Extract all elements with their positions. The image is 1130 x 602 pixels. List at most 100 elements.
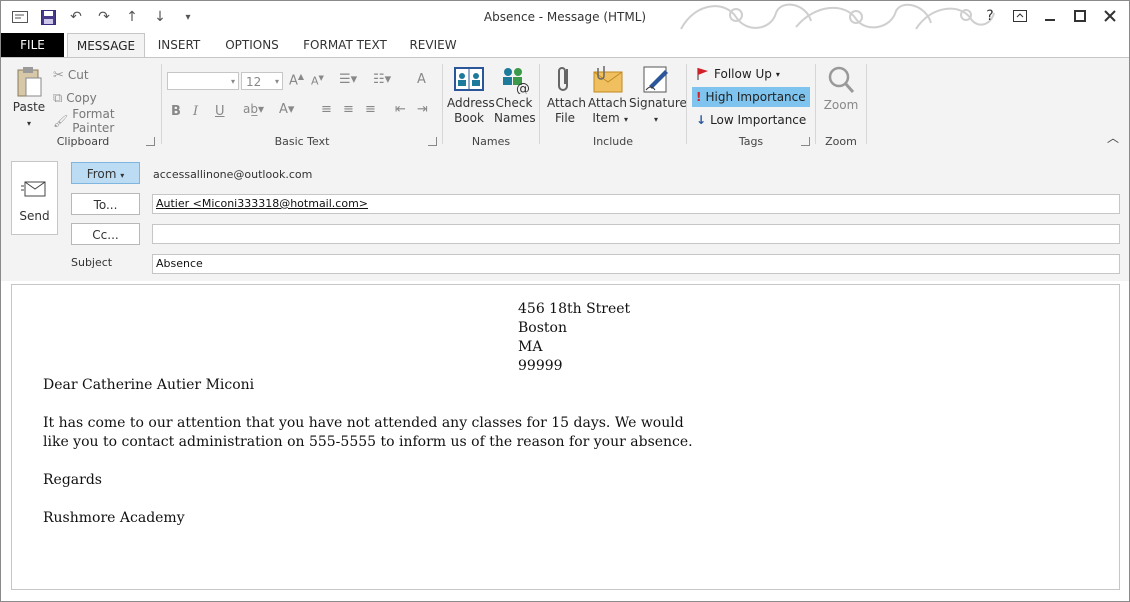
paste-button[interactable]: Paste ▾ xyxy=(11,66,47,131)
message-body-editor[interactable]: 456 18th Street Boston MA 99999 Dear Cat… xyxy=(11,284,1120,590)
clear-formatting-icon[interactable]: A xyxy=(417,72,426,87)
highlight-icon[interactable]: ab̲▾ xyxy=(243,102,264,116)
high-importance-button[interactable]: ! High Importance xyxy=(692,87,810,107)
save-icon[interactable] xyxy=(37,7,59,27)
align-right-icon[interactable]: ≡ xyxy=(365,102,376,117)
chevron-down-icon: ▾ xyxy=(26,119,31,128)
group-divider xyxy=(866,64,867,144)
redo-icon[interactable]: ↷ xyxy=(93,7,115,27)
group-divider xyxy=(442,64,443,144)
basic-text-dialog-launcher-icon[interactable] xyxy=(428,137,437,146)
attach-file-button[interactable]: Attach File xyxy=(543,64,587,126)
close-icon[interactable] xyxy=(1097,5,1123,27)
clipboard-group: Paste ▾ ✂ Cut ⧉ Copy 🖌 Format Painter Cl… xyxy=(7,62,159,148)
paperclip-icon xyxy=(558,67,568,91)
tab-file[interactable]: FILE xyxy=(1,33,64,57)
undo-icon[interactable]: ↶ xyxy=(65,7,87,27)
address-book-button[interactable]: Address Book xyxy=(446,64,495,126)
shrink-font-icon[interactable]: A▼ xyxy=(311,74,324,88)
attach-item-button[interactable]: Attach Item ▾ xyxy=(587,64,629,127)
tab-options[interactable]: OPTIONS xyxy=(215,33,289,57)
bullets-icon[interactable]: ☰▾ xyxy=(339,72,357,87)
window-controls: ? xyxy=(977,5,1123,27)
address-line: Boston xyxy=(518,320,567,336)
attach-file-label: Attach File xyxy=(547,96,586,125)
underline-button[interactable]: U xyxy=(215,104,225,119)
tags-dialog-launcher-icon[interactable] xyxy=(801,137,810,146)
check-names-icon: @ xyxy=(503,68,530,94)
from-button[interactable]: From ▾ xyxy=(71,162,140,184)
message-header: Send From ▾ accessallinone@outlook.com T… xyxy=(1,150,1129,281)
low-importance-label: Low Importance xyxy=(710,113,807,127)
zoom-group-label: Zoom xyxy=(825,135,857,148)
align-center-icon[interactable]: ≡ xyxy=(343,102,354,117)
follow-up-button[interactable]: Follow Up ▾ xyxy=(696,64,780,84)
check-names-label: Check Names xyxy=(494,96,536,125)
zoom-label: Zoom xyxy=(823,98,859,112)
signature-button[interactable]: Signature ▾ xyxy=(629,64,687,127)
to-recipient[interactable]: Autier <Miconi333318@hotmail.com> xyxy=(156,197,368,210)
zoom-button[interactable]: Zoom xyxy=(819,64,863,113)
paintbrush-icon: 🖌 xyxy=(53,114,69,128)
to-field[interactable]: Autier <Miconi333318@hotmail.com> xyxy=(152,194,1120,214)
basic-text-group: ▾ 12 ▾ A▲ A▼ ☰▾ ☷▾ A B I U ab̲▾ A▾ ≡ ≡ ≡… xyxy=(163,62,441,148)
bold-button[interactable]: B xyxy=(171,104,181,119)
decrease-indent-icon[interactable]: ⇤ xyxy=(395,102,406,117)
chevron-down-icon: ▾ xyxy=(230,77,235,86)
italic-button[interactable]: I xyxy=(193,104,198,119)
to-button[interactable]: To... xyxy=(71,193,140,215)
collapse-ribbon-icon[interactable]: ︿ xyxy=(1107,129,1119,146)
cut-button[interactable]: ✂ Cut xyxy=(53,65,89,85)
numbering-icon[interactable]: ☷▾ xyxy=(373,72,391,87)
font-name-dropdown[interactable]: ▾ xyxy=(167,72,239,90)
tags-group-label: Tags xyxy=(738,135,764,148)
closing: Regards xyxy=(43,472,102,488)
grow-font-icon[interactable]: A▲ xyxy=(289,72,304,88)
tags-group: Follow Up ▾ ! High Importance ↓ Low Impo… xyxy=(688,62,814,148)
clipboard-group-label: Clipboard xyxy=(56,135,110,148)
subject-label: Subject xyxy=(71,256,113,269)
align-left-icon[interactable]: ≡ xyxy=(321,102,332,117)
decorative-swirl-pattern xyxy=(680,3,995,30)
group-divider xyxy=(686,64,687,144)
increase-indent-icon[interactable]: ⇥ xyxy=(417,102,428,117)
format-painter-button[interactable]: 🖌 Format Painter xyxy=(53,107,159,135)
tab-insert[interactable]: INSERT xyxy=(149,33,209,57)
font-color-icon[interactable]: A▾ xyxy=(279,102,294,117)
follow-up-label: Follow Up xyxy=(714,67,772,81)
arrow-up-icon[interactable]: ↑ xyxy=(121,7,143,27)
paste-icon xyxy=(17,67,42,97)
scissors-icon: ✂ xyxy=(53,67,64,83)
tab-format-text[interactable]: FORMAT TEXT xyxy=(295,33,395,57)
cut-label: Cut xyxy=(67,68,89,82)
address-book-label: Address Book xyxy=(447,96,495,125)
check-names-button[interactable]: @ Check Names xyxy=(492,64,536,126)
customize-toolbar-icon[interactable]: ▾ xyxy=(177,7,199,27)
ribbon-display-options-icon[interactable] xyxy=(1007,5,1033,27)
title-bar: ↶ ↷ ↑ ↓ ▾ Absence - Message (HTML) ? xyxy=(1,1,1129,33)
maximize-icon[interactable] xyxy=(1067,5,1093,27)
signature-label: Signature xyxy=(629,96,687,110)
cc-button[interactable]: Cc... xyxy=(71,223,140,245)
clipboard-dialog-launcher-icon[interactable] xyxy=(146,137,155,146)
minimize-icon[interactable] xyxy=(1037,5,1063,27)
tab-review[interactable]: REVIEW xyxy=(403,33,463,57)
tab-message[interactable]: MESSAGE xyxy=(67,33,145,58)
font-size-dropdown[interactable]: 12 ▾ xyxy=(241,72,283,90)
attach-item-label: Attach Item xyxy=(587,96,627,125)
signature-icon xyxy=(643,66,668,93)
copy-button[interactable]: ⧉ Copy xyxy=(53,88,97,108)
cc-field[interactable] xyxy=(152,224,1120,244)
ribbon: Paste ▾ ✂ Cut ⧉ Copy 🖌 Format Painter Cl… xyxy=(1,57,1129,151)
help-icon[interactable]: ? xyxy=(977,5,1003,27)
red-flag-icon xyxy=(697,68,708,80)
send-label: Send xyxy=(19,209,50,223)
subject-field[interactable]: Absence xyxy=(152,254,1120,274)
signature-text: Rushmore Academy xyxy=(43,510,185,526)
arrow-down-icon[interactable]: ↓ xyxy=(149,7,171,27)
basic-text-group-label: Basic Text xyxy=(274,135,330,148)
low-importance-button[interactable]: ↓ Low Importance xyxy=(696,110,806,130)
arrow-down-blue-icon: ↓ xyxy=(696,113,707,127)
send-button[interactable]: Send xyxy=(11,161,58,235)
outlook-app-icon[interactable] xyxy=(9,7,31,27)
